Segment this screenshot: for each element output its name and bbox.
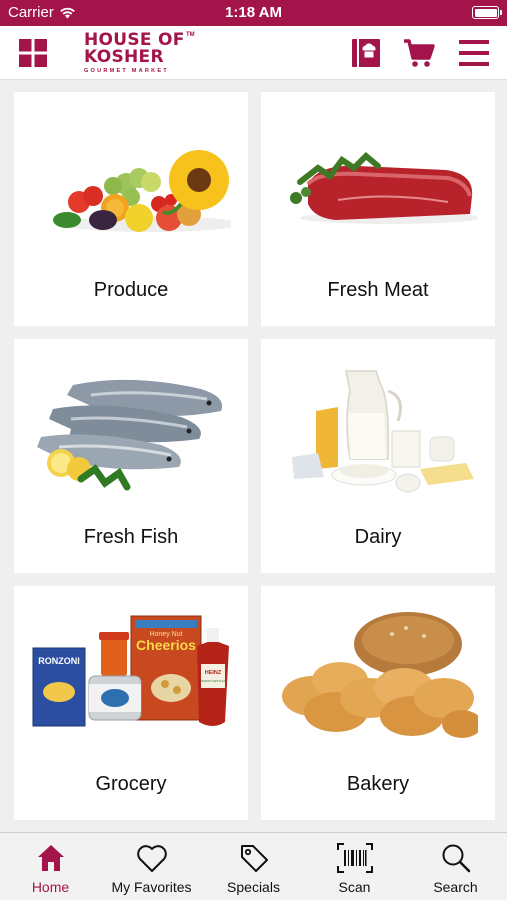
tab-label: Scan <box>338 879 371 895</box>
ketchup-brand-text: HEINZ <box>205 670 222 676</box>
home-icon <box>37 845 64 871</box>
grocery-image: Honey Nut Cheerios RONZONI HEINZ TOMATO … <box>32 615 229 727</box>
tag-icon <box>240 845 268 872</box>
house-of-kosher-logo[interactable]: HOUSE OF KOSHER TM GOURMET MARKET <box>84 30 196 76</box>
tab-label: Home <box>31 879 70 895</box>
battery-icon <box>472 6 502 19</box>
recipes-icon[interactable] <box>349 36 383 70</box>
tab-label: Search <box>433 879 478 895</box>
cart-icon[interactable] <box>402 36 436 70</box>
logo-tagline: GOURMET MARKET <box>84 68 169 74</box>
tab-specials[interactable]: Specials <box>203 833 304 900</box>
hamburger-menu-icon[interactable] <box>457 36 491 70</box>
category-label: Grocery <box>95 773 167 795</box>
tab-my-favorites[interactable]: My Favorites <box>101 833 202 900</box>
category-label: Fresh Fish <box>83 526 179 548</box>
dairy-image <box>292 370 474 493</box>
tab-label: My Favorites <box>111 879 192 895</box>
logo-trademark: TM <box>186 32 195 38</box>
tab-home[interactable]: Home <box>0 833 101 900</box>
search-icon <box>442 844 470 873</box>
cereal-name-text: Cheerios <box>136 637 196 653</box>
category-label: Produce <box>93 279 169 301</box>
category-tile-fresh-fish[interactable]: Fresh Fish <box>14 339 248 573</box>
produce-image <box>53 150 231 232</box>
category-label: Dairy <box>354 526 402 548</box>
category-tile-dairy[interactable]: Dairy <box>261 339 495 573</box>
category-label: Fresh Meat <box>327 279 429 301</box>
category-tile-fresh-meat[interactable]: Fresh Meat <box>261 92 495 326</box>
category-label: Bakery <box>346 773 410 795</box>
grid-menu-icon[interactable] <box>16 36 50 70</box>
fresh-fish-image <box>37 379 223 491</box>
heart-icon <box>136 845 167 872</box>
category-tile-bakery[interactable]: Bakery <box>261 586 495 820</box>
ketchup-label-text: TOMATO KETCHUP <box>199 679 227 683</box>
bakery-image <box>282 612 478 738</box>
bottom-tab-bar: Home My Favorites Specials Scan Search <box>0 832 507 900</box>
clock: 1:18 AM <box>225 4 282 21</box>
app-header: HOUSE OF KOSHER TM GOURMET MARKET <box>0 26 507 80</box>
status-bar: Carrier 1:18 AM <box>0 0 507 26</box>
category-tile-produce[interactable]: Produce <box>14 92 248 326</box>
category-tile-grocery[interactable]: Honey Nut Cheerios RONZONI HEINZ TOMATO … <box>14 586 248 820</box>
tab-search[interactable]: Search <box>405 833 506 900</box>
barcode-icon <box>336 843 373 873</box>
tab-scan[interactable]: Scan <box>304 833 405 900</box>
logo-line-2: KOSHER <box>84 47 164 67</box>
pasta-brand-text: RONZONI <box>38 656 80 666</box>
tab-label: Specials <box>227 879 280 895</box>
fresh-meat-image <box>290 151 478 224</box>
